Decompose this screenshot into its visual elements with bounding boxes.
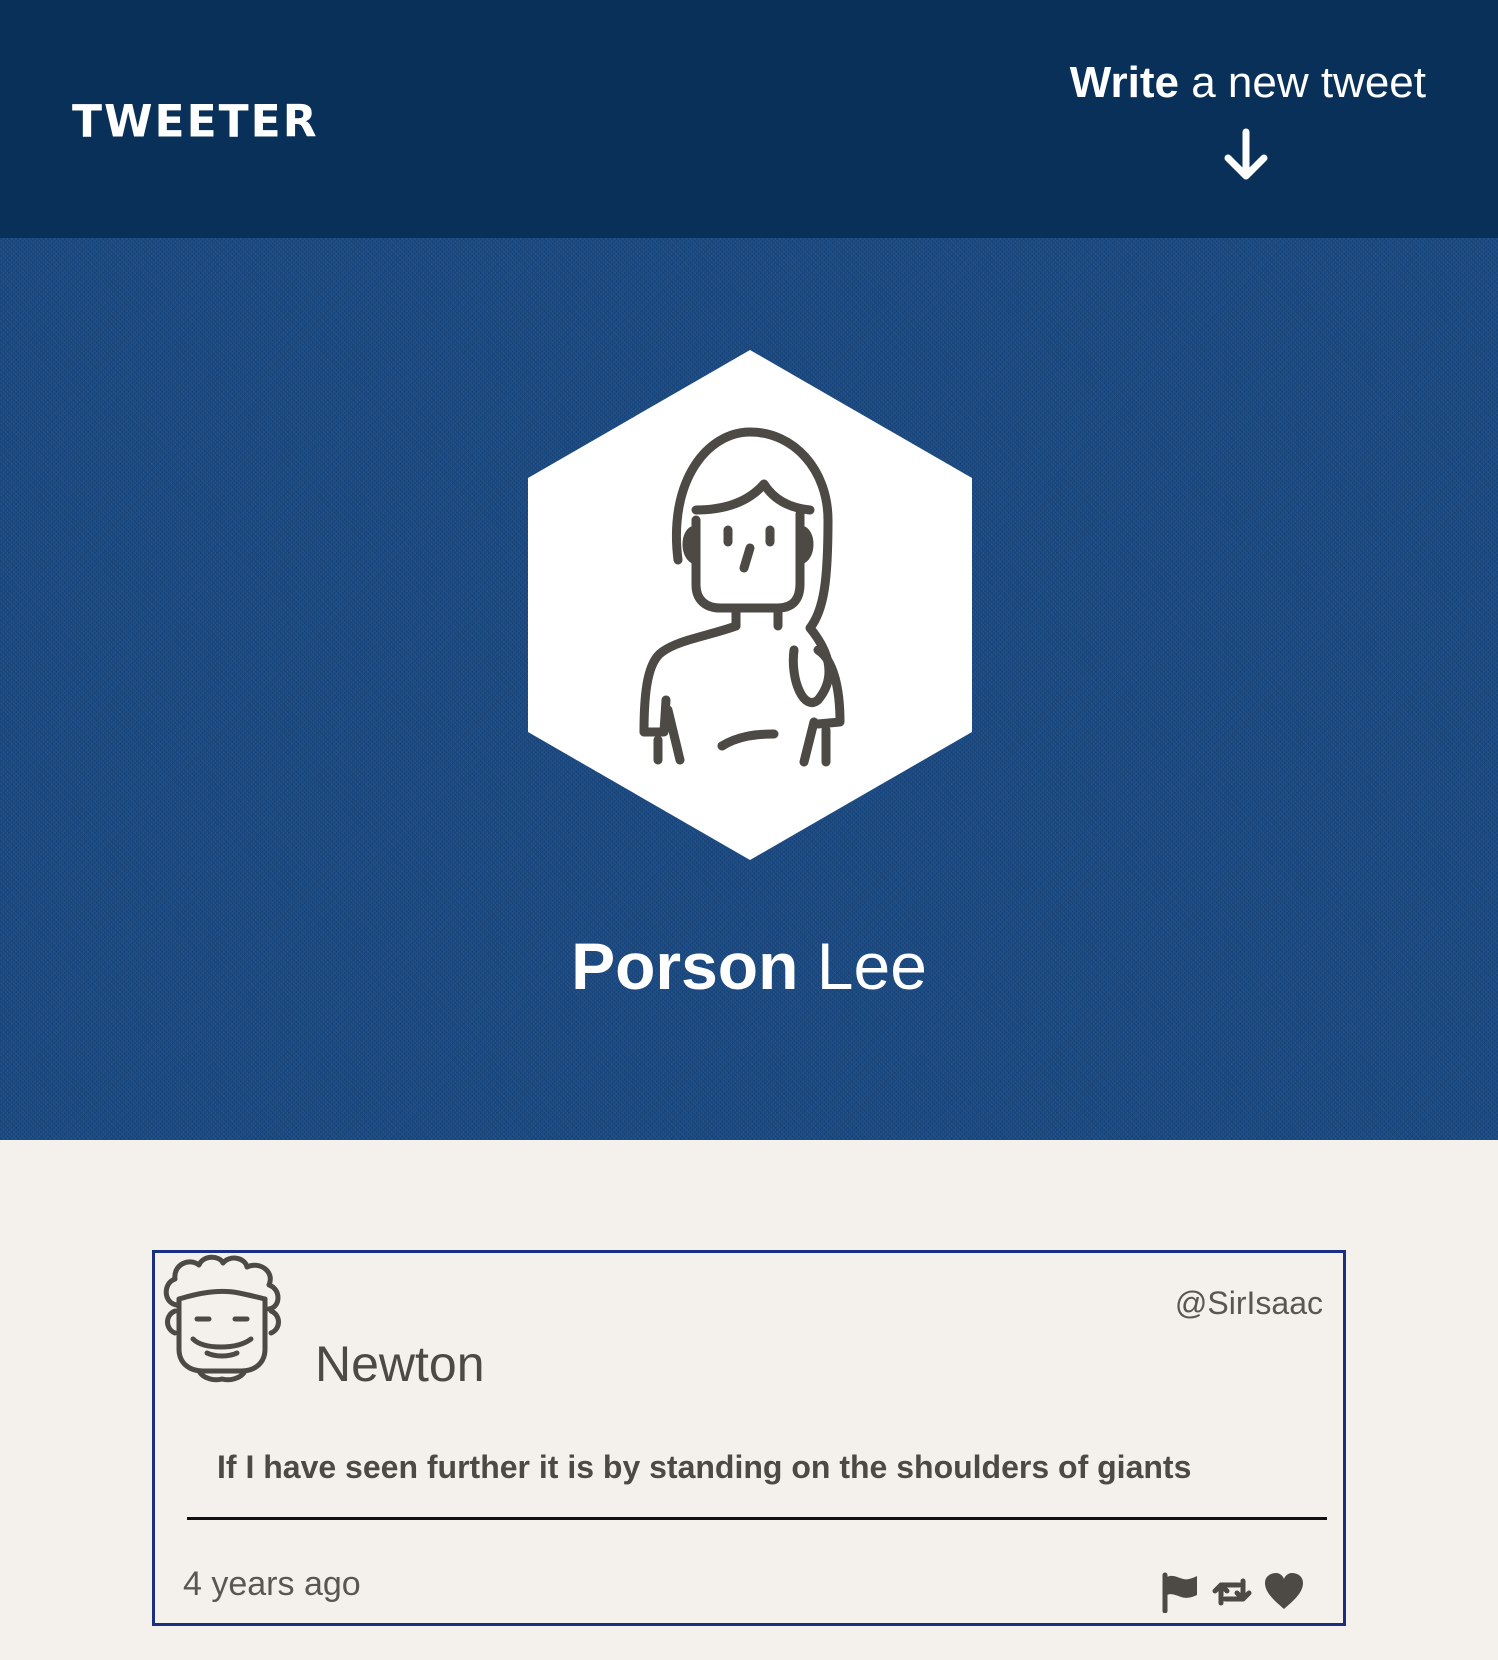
- man-avatar-icon: [163, 1254, 281, 1383]
- write-tweet-button[interactable]: Write a new tweet: [1006, 58, 1426, 180]
- tweet-author-handle[interactable]: @SirIsaac: [1175, 1285, 1323, 1322]
- profile-first-name: Porson: [571, 929, 799, 1003]
- compose-label-rest: a new tweet: [1178, 58, 1426, 107]
- tweet-author-name: Newton: [315, 1336, 485, 1392]
- app-logo[interactable]: TWEETER: [72, 95, 319, 147]
- compose-label-bold: Write: [1069, 58, 1179, 107]
- top-nav: TWEETER Write a new tweet: [0, 0, 1498, 238]
- profile-last-name: Lee: [816, 929, 927, 1003]
- tweet-text: If I have seen further it is by standing…: [217, 1449, 1192, 1485]
- profile-banner: Porson Lee: [0, 238, 1498, 1140]
- tweet-actions: [1159, 1571, 1305, 1613]
- tweet-card: Newton @SirIsaac If I have seen further …: [152, 1250, 1346, 1626]
- retweet-icon[interactable]: [1211, 1571, 1253, 1613]
- arrow-down-icon: [1224, 128, 1268, 180]
- profile-name: Porson Lee: [0, 928, 1498, 1004]
- flag-icon[interactable]: [1159, 1571, 1201, 1613]
- heart-icon[interactable]: [1263, 1571, 1305, 1613]
- tweet-timestamp: 4 years ago: [183, 1565, 361, 1603]
- tweet-divider: [187, 1517, 1327, 1520]
- woman-avatar-icon: [528, 350, 972, 860]
